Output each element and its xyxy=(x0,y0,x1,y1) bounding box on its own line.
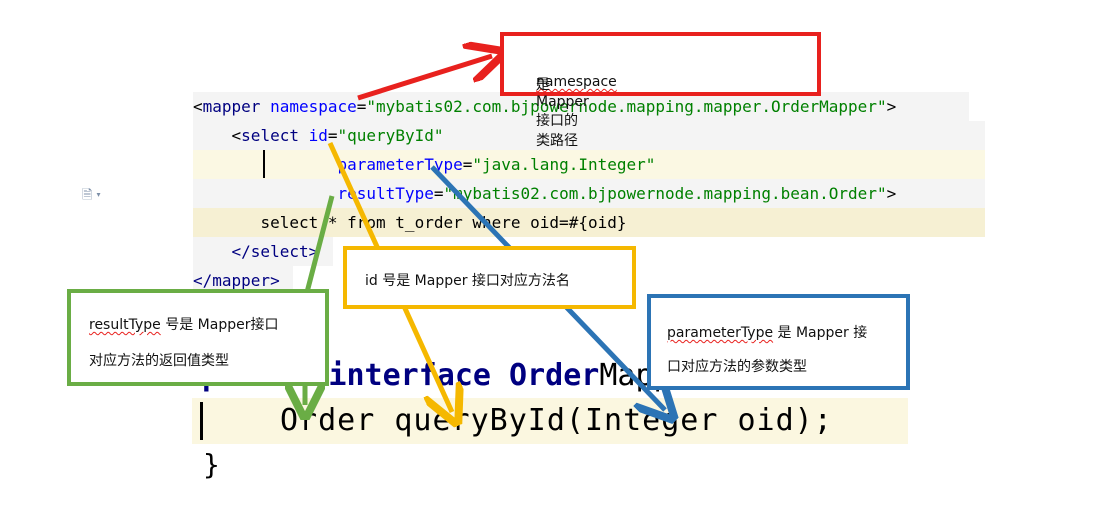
xml-attr-namespace: namespace xyxy=(260,97,357,116)
text-cursor xyxy=(263,150,265,178)
xml-line-select-close: </select> xyxy=(193,237,333,266)
xml-attr-id: id xyxy=(298,126,328,145)
xml-attr-parametertype: parameterType xyxy=(337,155,463,174)
xml-value-resulttype: "mybatis02.com.bjpowernode.mapping.bean.… xyxy=(443,184,887,203)
java-method-signature: Order queryById(Integer oid); xyxy=(280,403,833,438)
xml-line-sql: select * from t_order where oid=#{oid} xyxy=(193,208,985,237)
xml-bracket: < xyxy=(231,126,242,145)
java-closing-brace: } xyxy=(203,448,220,481)
xml-eq: = xyxy=(356,97,367,116)
xml-tag-mapper: mapper xyxy=(202,97,261,116)
xml-sql-text: select * from t_order where oid=#{oid} xyxy=(260,213,627,232)
xml-line-result-type: resultType="mybatis02.com.bjpowernode.ma… xyxy=(193,179,985,208)
xml-line-parameter-type: parameterType="java.lang.Integer" xyxy=(193,150,985,179)
annotation-resulttype-line1: resultType 号是 Mapper接口 xyxy=(89,317,279,333)
xml-tag-mapper-close: </mapper> xyxy=(193,271,280,290)
xml-value-parametertype: "java.lang.Integer" xyxy=(472,155,656,174)
xml-attr-resulttype: resultType xyxy=(337,184,434,203)
xml-value-namespace: "mybatis02.com.bjpowernode.mapping.mappe… xyxy=(366,97,887,116)
xml-bracket: > xyxy=(886,97,897,116)
xml-eq: = xyxy=(462,155,473,174)
xml-line-select-open: <select id="queryById" xyxy=(193,121,985,150)
text-cursor xyxy=(200,402,203,440)
xml-bracket: < xyxy=(193,97,203,116)
annotation-id-text: id 号是 Mapper 接口对应方法名 xyxy=(365,273,570,289)
annotation-parametertype: parameterType 是 Mapper 接 口对应方法的参数类型 xyxy=(647,294,910,390)
xml-bracket: > xyxy=(886,184,897,203)
annotation-parametertype-line1: parameterType 是 Mapper 接 xyxy=(667,325,868,341)
annotation-namespace: namespace 是 Mapper 接口的类路径 xyxy=(500,32,821,149)
annotation-resulttype-line2: 对应方法的返回值类型 xyxy=(89,353,229,369)
xml-tag-select-close: </select> xyxy=(231,242,319,261)
xml-value-id: "queryById" xyxy=(337,126,444,145)
java-method-line: Order queryById(Integer oid); xyxy=(192,398,908,444)
annotation-id: id 号是 Mapper 接口对应方法名 xyxy=(343,246,636,309)
annotation-resulttype: resultType 号是 Mapper接口 对应方法的返回值类型 xyxy=(67,289,329,386)
document-icon: 🗎 ▾ xyxy=(82,187,101,202)
xml-eq: = xyxy=(327,126,338,145)
annotation-parametertype-line2: 口对应方法的参数类型 xyxy=(667,359,807,375)
xml-tag-select: select xyxy=(241,126,299,145)
